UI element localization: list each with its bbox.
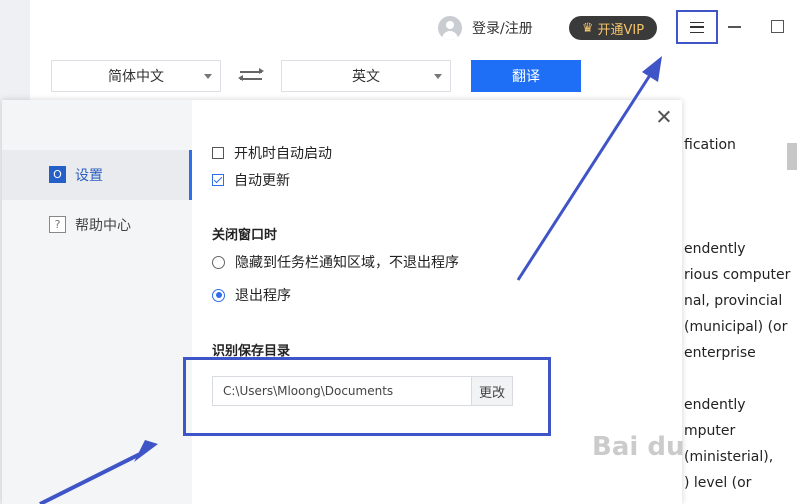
settings-dialog: O 设置 ? 帮助中心 开机时自动启动 自动更新 关闭窗口时 隐藏到任务栏通知区… [2,100,682,504]
document-line: endently [684,241,746,257]
close-window-heading: 关闭窗口时 [212,228,278,243]
vip-label: 开通VIP [597,22,645,38]
minimize-button[interactable] [728,26,741,28]
maximize-button[interactable] [771,20,784,33]
login-register-link[interactable]: 登录/注册 [472,18,533,38]
document-line: (municipal) (or [684,319,788,335]
autostart-option[interactable]: 开机时自动启动 [212,143,332,163]
nav-item-label: 设置 [75,168,103,184]
annotation-highlight-box [183,357,551,436]
exit-program-label: 退出程序 [235,288,291,304]
nav-item-settings[interactable]: O 设置 [2,150,192,200]
document-line: nal, provincial [684,293,783,309]
translate-button[interactable]: 翻译 [471,60,581,92]
target-language-select[interactable]: 英文 [281,60,451,92]
exit-program-radio[interactable] [212,288,225,302]
active-indicator [189,150,192,200]
close-option-exit[interactable]: 退出程序 [212,285,291,305]
document-line: (ministerial), [684,449,774,465]
document-line: enterprise [684,345,756,361]
chevron-down-icon [204,74,212,79]
vip-button[interactable]: ♛ 开通VIP [569,16,657,40]
settings-sidebar: O 设置 ? 帮助中心 [2,100,192,504]
document-line: rious computer [684,267,791,283]
hide-to-tray-radio[interactable] [212,255,225,269]
hamburger-icon [690,21,704,33]
document-line: mputer [684,423,736,439]
document-line: ) level (or [684,475,752,491]
close-icon[interactable] [654,107,674,127]
close-option-hide[interactable]: 隐藏到任务栏通知区域，不退出程序 [212,252,459,272]
user-avatar-icon[interactable] [438,16,462,40]
settings-square-icon: O [49,166,66,183]
watermark: Bai du [592,432,685,462]
autostart-label: 开机时自动启动 [234,146,332,162]
document-line: endently [684,397,746,413]
source-language-select[interactable]: 简体中文 [51,60,221,92]
target-language-value: 英文 [352,69,380,85]
autostart-checkbox[interactable] [212,147,224,159]
help-question-icon: ? [49,216,66,233]
source-language-value: 简体中文 [108,69,164,85]
chevron-down-icon [434,74,442,79]
autoupdate-option[interactable]: 自动更新 [212,170,290,190]
menu-button[interactable] [676,10,718,44]
nav-item-label: 帮助中心 [75,218,131,234]
autoupdate-label: 自动更新 [234,173,290,189]
swap-languages-icon[interactable] [238,68,264,82]
hide-to-tray-label: 隐藏到任务栏通知区域，不退出程序 [235,255,459,271]
document-line: fication [684,137,736,153]
nav-item-help[interactable]: ? 帮助中心 [2,200,192,250]
document-scrollbar[interactable] [787,143,797,170]
autoupdate-checkbox[interactable] [212,174,224,186]
crown-icon: ♛ [581,20,594,36]
